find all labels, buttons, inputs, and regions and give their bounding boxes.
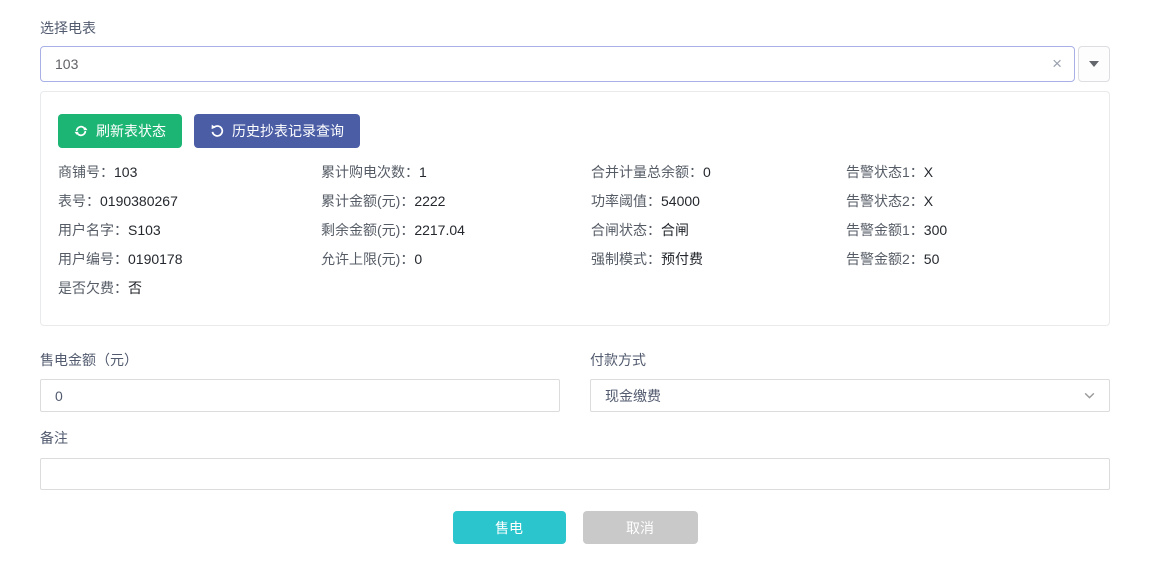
payment-method-label: 付款方式: [590, 350, 1110, 370]
sell-electricity-page: 选择电表 × 刷新表状态: [0, 0, 1150, 544]
payment-method-value: 现金缴费: [605, 386, 661, 406]
info-field-label: 强制模式：: [591, 251, 661, 267]
history-records-button[interactable]: 历史抄表记录查询: [194, 114, 360, 148]
info-field-value: 300: [924, 222, 947, 238]
info-field-value: X: [924, 164, 933, 180]
payment-method-select[interactable]: 现金缴费: [590, 379, 1110, 412]
sell-button[interactable]: 售电: [453, 511, 566, 544]
info-field-label: 是否欠费：: [58, 280, 128, 296]
info-field-value: 0190178: [128, 251, 183, 267]
refresh-meter-status-button[interactable]: 刷新表状态: [58, 114, 182, 148]
info-field-value: 0: [703, 164, 711, 180]
meter-info-grid: 商铺号：103 表号：0190380267 用户名字：S103 用户编号：019…: [58, 165, 1109, 310]
info-field-value: 预付费: [661, 251, 703, 267]
info-column-totals: 累计购电次数：1 累计金额(元)：2222 剩余金额(元)：2217.04 允许…: [321, 165, 591, 310]
action-buttons: 售电 取消: [40, 511, 1110, 544]
payment-field-group: 付款方式 现金缴费: [590, 350, 1110, 412]
user-id-field: 用户编号：0190178: [58, 252, 321, 266]
history-icon: [210, 124, 224, 138]
info-field-label: 合并计量总余额：: [591, 164, 703, 180]
info-field-value: 50: [924, 251, 940, 267]
info-field-label: 告警金额2：: [846, 251, 924, 267]
info-field-value: S103: [128, 222, 161, 238]
caret-down-icon: [1089, 61, 1099, 67]
info-field-label: 合闸状态：: [591, 222, 661, 238]
info-field-value: 0: [414, 251, 422, 267]
info-field-value: 54000: [661, 193, 700, 209]
info-field-label: 商铺号：: [58, 164, 114, 180]
meter-select-input[interactable]: [41, 47, 1074, 81]
alarm-amount1-field: 告警金额1：300: [846, 223, 1109, 237]
payment-form-row: 售电金额（元） 付款方式 现金缴费: [40, 350, 1110, 412]
info-field-value: 2217.04: [414, 222, 465, 238]
info-field-value: 0190380267: [100, 193, 178, 209]
alarm-status2-field: 告警状态2：X: [846, 194, 1109, 208]
user-name-field: 用户名字：S103: [58, 223, 321, 237]
info-field-value: 103: [114, 164, 137, 180]
info-field-label: 累计金额(元)：: [321, 193, 414, 209]
combined-balance-field: 合并计量总余额：0: [591, 165, 846, 179]
meter-select-label: 选择电表: [40, 18, 1150, 38]
force-mode-field: 强制模式：预付费: [591, 252, 846, 266]
info-field-label: 累计购电次数：: [321, 164, 419, 180]
cancel-button[interactable]: 取消: [583, 511, 698, 544]
purchase-count-field: 累计购电次数：1: [321, 165, 591, 179]
total-amount-field: 累计金额(元)：2222: [321, 194, 591, 208]
remark-input[interactable]: [40, 458, 1110, 490]
info-field-value: X: [924, 193, 933, 209]
arrears-field: 是否欠费：否: [58, 281, 321, 295]
amount-label: 售电金额（元）: [40, 350, 560, 370]
meter-number-field: 表号：0190380267: [58, 194, 321, 208]
alarm-amount2-field: 告警金额2：50: [846, 252, 1109, 266]
info-field-value: 2222: [414, 193, 445, 209]
refresh-button-label: 刷新表状态: [96, 121, 166, 141]
info-field-label: 用户编号：: [58, 251, 128, 267]
info-field-label: 告警金额1：: [846, 222, 924, 238]
allowed-limit-field: 允许上限(元)：0: [321, 252, 591, 266]
history-button-label: 历史抄表记录查询: [232, 121, 344, 141]
remark-label: 备注: [40, 428, 1150, 448]
info-field-label: 允许上限(元)：: [321, 251, 414, 267]
shop-number-field: 商铺号：103: [58, 165, 321, 179]
info-field-value: 1: [419, 164, 427, 180]
info-column-status: 合并计量总余额：0 功率阈值：54000 合闸状态：合闸 强制模式：预付费: [591, 165, 846, 310]
info-field-label: 用户名字：: [58, 222, 128, 238]
chevron-down-icon: [1083, 389, 1096, 402]
clear-icon[interactable]: ×: [1052, 55, 1062, 72]
info-field-label: 表号：: [58, 193, 100, 209]
alarm-status1-field: 告警状态1：X: [846, 165, 1109, 179]
info-column-alarms: 告警状态1：X 告警状态2：X 告警金额1：300 告警金额2：50: [846, 165, 1109, 310]
power-threshold-field: 功率阈值：54000: [591, 194, 846, 208]
meter-dropdown-button[interactable]: [1078, 46, 1110, 82]
meter-info-panel: 刷新表状态 历史抄表记录查询 商铺号：103 表号：0190380267 用户名…: [40, 91, 1110, 326]
amount-input[interactable]: [40, 379, 560, 412]
switch-state-field: 合闸状态：合闸: [591, 223, 846, 237]
refresh-icon: [74, 124, 88, 138]
meter-select-input-wrap: ×: [40, 46, 1075, 82]
info-field-value: 合闸: [661, 222, 689, 238]
amount-field-group: 售电金额（元）: [40, 350, 560, 412]
info-field-label: 告警状态1：: [846, 164, 924, 180]
info-field-label: 告警状态2：: [846, 193, 924, 209]
info-column-shop: 商铺号：103 表号：0190380267 用户名字：S103 用户编号：019…: [58, 165, 321, 310]
info-field-value: 否: [128, 280, 142, 296]
panel-toolbar: 刷新表状态 历史抄表记录查询: [58, 114, 1109, 148]
info-field-label: 剩余金额(元)：: [321, 222, 414, 238]
remaining-amount-field: 剩余金额(元)：2217.04: [321, 223, 591, 237]
meter-combobox: ×: [40, 46, 1110, 82]
info-field-label: 功率阈值：: [591, 193, 661, 209]
